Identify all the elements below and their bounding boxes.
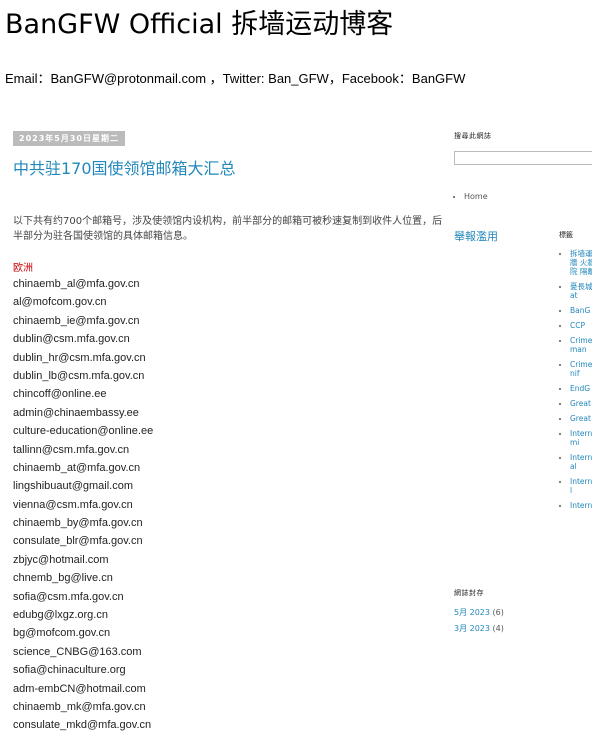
label-link[interactable]: Intern minal — [570, 453, 592, 471]
email-item: chinaemb_al@mfa.gov.cn — [13, 278, 140, 290]
label-link[interactable]: Intern Crimi — [570, 429, 592, 447]
email-item: al@mofcom.gov.cn — [13, 296, 107, 309]
label-item[interactable]: Intern Crimi — [570, 429, 592, 447]
pages-list: Home — [454, 192, 488, 201]
email-item: consulate_mkd@mfa.gov.cn — [13, 719, 152, 732]
label-item[interactable]: Intern minal — [570, 453, 592, 471]
archive-title: 網誌封存 — [454, 589, 484, 597]
email-item: sofia@csm.mfa.gov.cn — [13, 590, 124, 603]
email-item: sofia@chinaculture.org — [13, 664, 126, 677]
label-item[interactable]: EndG — [570, 384, 592, 393]
label-item[interactable]: Crime Human — [570, 336, 592, 354]
email-item: science_CNBG@163.com — [13, 645, 142, 658]
label-link[interactable]: 憂長城 Great — [570, 282, 592, 300]
label-item[interactable]: CCP — [570, 321, 592, 330]
archive-link[interactable]: 3月 2023 — [454, 624, 490, 633]
email-item: consulate_blr@mfa.gov.cn — [13, 535, 143, 548]
label-item[interactable]: Great — [570, 414, 592, 423]
archive-list: 5月 2023 (6) 3月 2023 (4) — [454, 607, 504, 639]
email-item: tallinn@csm.mfa.gov.cn — [13, 443, 130, 456]
email-item: chinaemb_mk@mfa.gov.cn — [13, 700, 146, 713]
archive-count: (4) — [492, 624, 504, 633]
email-item: adm-embCN@hotmail.com — [13, 682, 146, 695]
label-link[interactable]: Crime Human — [570, 336, 592, 354]
label-item[interactable]: 憂長城 Great — [570, 282, 592, 300]
label-link[interactable]: Great — [570, 414, 591, 423]
label-link[interactable]: BanG — [570, 306, 590, 315]
archive-item: 3月 2023 (4) — [454, 623, 504, 639]
label-link[interactable]: CCP — [570, 321, 585, 330]
email-item: culture-education@online.ee — [13, 425, 154, 438]
email-item: chinaemb_by@mfa.gov.cn — [13, 517, 143, 530]
page-link-home[interactable]: Home — [464, 192, 488, 201]
label-item[interactable]: 拆墙運動 翻牆 火牆 法院 隔離 — [570, 249, 592, 276]
labels-list: 拆墙運動 翻牆 火牆 法院 隔離 憂長城 Great BanG CCP Crim… — [560, 249, 592, 516]
email-item: admin@chinaembassy.ee — [13, 406, 139, 419]
label-item[interactable]: Intern Wall — [570, 477, 592, 495]
contact-info: Email：BanGFW@protonmail.com ，Twitter: Ba… — [5, 71, 466, 86]
archive-link[interactable]: 5月 2023 — [454, 608, 490, 617]
region-heading: 欧洲 — [13, 263, 33, 274]
email-item: lingshibuaut@gmail.com — [13, 480, 134, 493]
email-item: dublin@csm.mfa.gov.cn — [13, 333, 130, 346]
label-link[interactable]: Intern Wall — [570, 477, 592, 495]
archive-item: 5月 2023 (6) — [454, 607, 504, 623]
search-input[interactable] — [454, 151, 592, 165]
post-title[interactable]: 中共驻170国使领馆邮箱大汇总 — [13, 155, 236, 179]
label-link[interactable]: EndG — [570, 384, 590, 393]
label-link[interactable]: 拆墙運動 翻牆 火牆 法院 隔離 — [570, 249, 592, 276]
label-item[interactable]: Crime manif — [570, 360, 592, 378]
label-item[interactable]: BanG — [570, 306, 592, 315]
email-item: dublin_lb@csm.mfa.gov.cn — [13, 369, 145, 382]
label-link[interactable]: Crime manif — [570, 360, 592, 378]
blog-title[interactable]: BanGFW Official 拆墙运动博客 — [5, 2, 393, 41]
email-item: vienna@csm.mfa.gov.cn — [13, 498, 133, 511]
report-abuse-link[interactable]: 舉報濫用 — [454, 228, 498, 244]
email-item: zbjyc@hotmail.com — [13, 553, 109, 566]
label-item[interactable]: Intern ll — [570, 501, 592, 510]
post-intro: 以下共有约700个邮箱号，涉及使领馆内设机构，前半部分的邮箱可被秒速复制到收件人… — [13, 216, 443, 242]
email-item: chinaemb_ie@mfa.gov.cn — [13, 314, 140, 327]
label-link[interactable]: Intern ll — [570, 501, 592, 510]
email-item: bg@mofcom.gov.cn — [13, 627, 111, 640]
label-item[interactable]: Great — [570, 399, 592, 408]
archive-count: (6) — [492, 608, 504, 617]
email-item: edubg@lxgz.org.cn — [13, 609, 108, 622]
email-item: chincoff@online.ee — [13, 388, 107, 401]
email-item: chnemb_bg@live.cn — [13, 572, 113, 585]
post-date-header: 2023年5月30日星期二 — [13, 131, 125, 146]
labels-title: 標籤 — [559, 231, 573, 239]
search-label: 搜尋此網誌 — [454, 132, 492, 140]
label-link[interactable]: Great — [570, 399, 591, 408]
email-item: chinaemb_at@mfa.gov.cn — [13, 461, 141, 474]
email-list: chinaemb_al@mfa.gov.cn al@mofcom.gov.cn … — [13, 277, 153, 737]
email-item: dublin_hr@csm.mfa.gov.cn — [13, 351, 146, 364]
